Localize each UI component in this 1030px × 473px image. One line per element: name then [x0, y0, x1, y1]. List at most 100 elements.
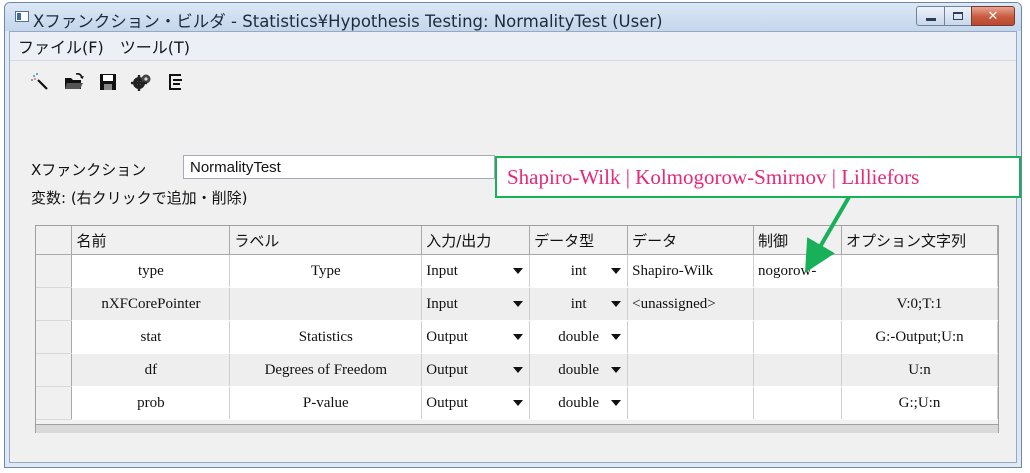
annotation-callout: Shapiro-Wilk | Kolmogorow-Smirnov | Lill… — [495, 156, 1021, 198]
table-header-row: 名前 ラベル 入力/出力 データ型 データ 制御 オプション文字列 — [36, 226, 998, 255]
menu-tools[interactable]: ツール(T) — [112, 34, 198, 58]
dropdown-arrow-icon[interactable] — [611, 334, 622, 340]
cell-data[interactable] — [627, 320, 755, 354]
cell-control[interactable] — [753, 320, 842, 354]
cell-datatype-value: int — [570, 262, 587, 279]
cell-data[interactable] — [627, 353, 755, 387]
column-header-data[interactable]: データ — [627, 226, 755, 255]
maximize-button[interactable] — [944, 6, 972, 26]
table-row: stat Statistics Output double G:-Output;… — [36, 320, 998, 354]
column-header-control[interactable]: 制御 — [753, 226, 842, 255]
column-header-option[interactable]: オプション文字列 — [841, 226, 998, 255]
parameter-table: 名前 ラベル 入力/出力 データ型 データ 制御 オプション文字列 type T… — [36, 226, 998, 420]
cell-label[interactable]: Statistics — [229, 320, 423, 354]
cell-control[interactable] — [753, 287, 842, 321]
cell-io-select[interactable]: Input — [421, 254, 531, 288]
close-button[interactable]: ✕ — [971, 6, 1015, 26]
dropdown-arrow-icon[interactable] — [513, 400, 524, 406]
cell-name[interactable]: stat — [71, 320, 231, 354]
cell-datatype-select[interactable]: double — [529, 386, 629, 420]
cell-label[interactable]: Type — [229, 254, 423, 288]
dropdown-arrow-icon[interactable] — [611, 400, 622, 406]
cell-name[interactable]: nXFCorePointer — [71, 287, 231, 321]
cell-io-select[interactable]: Output — [421, 386, 531, 420]
dropdown-arrow-icon[interactable] — [513, 334, 524, 340]
minimize-icon — [925, 17, 936, 21]
table-row: nXFCorePointer Input int <unassigned> V:… — [36, 287, 998, 321]
column-header-label[interactable]: ラベル — [229, 226, 423, 255]
corner-cell — [36, 226, 73, 255]
cell-datatype-value: double — [558, 394, 600, 411]
cell-io-select[interactable]: Output — [421, 353, 531, 387]
table-row: type Type Input int Shapiro-Wilk nogorow… — [36, 254, 998, 288]
cell-label[interactable] — [229, 287, 423, 321]
table-row: prob P-value Output double G:;U:n — [36, 386, 998, 420]
menu-file[interactable]: ファイル(F) — [10, 34, 112, 58]
dropdown-arrow-icon[interactable] — [513, 268, 524, 274]
window-controls: ✕ — [916, 6, 1015, 26]
cell-datatype-select[interactable]: int — [529, 254, 629, 288]
cell-control[interactable] — [753, 353, 842, 387]
cell-label[interactable]: P-value — [229, 386, 423, 420]
cell-control[interactable] — [753, 386, 842, 420]
toolbar — [28, 68, 198, 96]
row-selector[interactable] — [36, 320, 73, 354]
cell-data[interactable] — [627, 386, 755, 420]
dropdown-arrow-icon[interactable] — [513, 367, 524, 373]
variables-grid: 名前 ラベル 入力/出力 データ型 データ 制御 オプション文字列 type T… — [35, 225, 999, 433]
minimize-button[interactable] — [916, 6, 945, 26]
dropdown-arrow-icon[interactable] — [611, 268, 622, 274]
cell-data[interactable]: Shapiro-Wilk — [627, 254, 755, 288]
dropdown-arrow-icon[interactable] — [611, 367, 622, 373]
window-title: Xファンクション・ビルダ - Statistics¥Hypothesis Tes… — [33, 12, 663, 31]
xfunction-builder-window: Xファンクション・ビルダ - Statistics¥Hypothesis Tes… — [4, 2, 1022, 468]
cell-io-value: Output — [426, 328, 468, 345]
column-header-datatype[interactable]: データ型 — [529, 226, 629, 255]
cell-io-value: Input — [426, 295, 458, 312]
row-selector[interactable] — [36, 287, 73, 321]
dropdown-arrow-icon[interactable] — [611, 301, 622, 307]
row-selector[interactable] — [36, 254, 73, 288]
cell-datatype-value: int — [570, 295, 587, 312]
cell-option[interactable]: U:n — [841, 353, 998, 387]
row-selector[interactable] — [36, 353, 73, 387]
cell-data[interactable]: <unassigned> — [627, 287, 755, 321]
grid-horizontal-scrollbar[interactable] — [36, 424, 998, 433]
dropdown-arrow-icon[interactable] — [513, 301, 524, 307]
wand-icon[interactable] — [28, 71, 52, 93]
row-selector[interactable] — [36, 386, 73, 420]
cell-option[interactable]: G:;U:n — [841, 386, 998, 420]
cell-io-select[interactable]: Input — [421, 287, 531, 321]
save-icon[interactable] — [96, 71, 120, 93]
variables-label: 変数: (右クリックで追加・削除) — [31, 189, 248, 207]
table-row: df Degrees of Freedom Output double U:n — [36, 353, 998, 387]
maximize-icon — [953, 12, 963, 20]
open-folder-icon[interactable] — [62, 71, 86, 93]
menu-bar: ファイル(F) ツール(T) — [10, 32, 1016, 61]
cell-option[interactable]: G:-Output;U:n — [841, 320, 998, 354]
cell-datatype-select[interactable]: double — [529, 353, 629, 387]
xfunction-name-input[interactable] — [183, 155, 495, 179]
cell-io-value: Input — [426, 262, 458, 279]
cell-name[interactable]: type — [71, 254, 231, 288]
tree-view-icon[interactable] — [164, 71, 188, 93]
xfunction-label: Xファンクション — [31, 161, 147, 179]
cell-name[interactable]: df — [71, 353, 231, 387]
cell-datatype-select[interactable]: double — [529, 320, 629, 354]
cell-option[interactable]: V:0;T:1 — [841, 287, 998, 321]
title-bar[interactable]: Xファンクション・ビルダ - Statistics¥Hypothesis Tes… — [5, 3, 1021, 31]
cell-control[interactable]: nogorow- — [753, 254, 842, 288]
cell-io-select[interactable]: Output — [421, 320, 531, 354]
cell-option[interactable] — [841, 254, 998, 288]
cell-label[interactable]: Degrees of Freedom — [229, 353, 423, 387]
cell-datatype-select[interactable]: int — [529, 287, 629, 321]
column-header-io[interactable]: 入力/出力 — [421, 226, 531, 255]
close-icon: ✕ — [987, 8, 999, 24]
column-header-name[interactable]: 名前 — [71, 226, 231, 255]
cell-io-value: Output — [426, 394, 468, 411]
cell-datatype-value: double — [558, 328, 600, 345]
cell-datatype-value: double — [558, 361, 600, 378]
compile-gear-icon[interactable] — [130, 71, 154, 93]
cell-name[interactable]: prob — [71, 386, 231, 420]
app-icon — [15, 11, 29, 22]
